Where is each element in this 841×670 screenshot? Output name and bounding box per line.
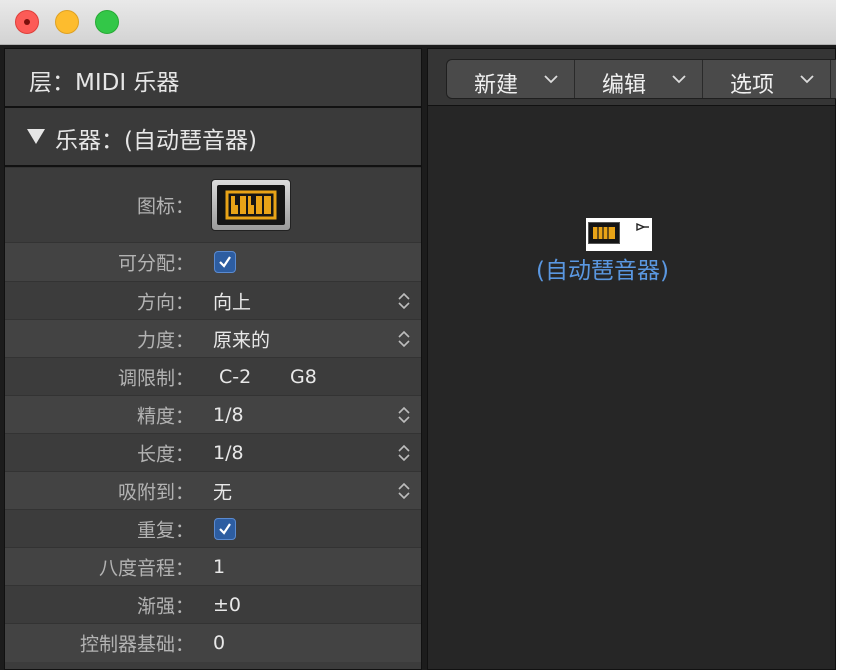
param-row-octave: 八度音程： 1 xyxy=(5,547,421,585)
options-menu-label: 选项 xyxy=(730,73,775,98)
octave-value[interactable]: 1 xyxy=(213,556,225,578)
snap-value[interactable]: 无 xyxy=(213,477,232,504)
resolution-value[interactable]: 1/8 xyxy=(213,404,244,426)
chevron-down-icon xyxy=(544,75,558,84)
parameter-list: 图标： 可分配： 方向： 向上 力度： 原来的 调限制： C-2 G8 精度： … xyxy=(5,167,421,662)
param-row-resolution[interactable]: 精度： 1/8 xyxy=(5,395,421,433)
editor-toolbar: 新建 编辑 选项 xyxy=(428,49,836,106)
title-bar xyxy=(0,0,836,45)
edit-menu-label: 编辑 xyxy=(602,73,647,98)
velocity-value[interactable]: 原来的 xyxy=(213,325,270,352)
arpeggiator-mini-icon xyxy=(588,222,620,244)
direction-value[interactable]: 向上 xyxy=(213,287,251,314)
icon-label: 图标： xyxy=(136,195,194,218)
repeat-label: 重复： xyxy=(136,519,194,541)
param-row-repeat: 重复： xyxy=(5,509,421,547)
crescendo-label: 渐强： xyxy=(136,595,194,617)
new-menu-button[interactable]: 新建 xyxy=(447,60,574,98)
new-menu-label: 新建 xyxy=(474,73,519,98)
layer-header-text: 层：MIDI 乐器 xyxy=(29,70,180,96)
arpeggiator-object[interactable] xyxy=(586,218,652,251)
arpeggiator-icon xyxy=(217,185,285,225)
close-icon xyxy=(24,19,30,25)
length-label: 长度： xyxy=(136,443,194,465)
key-limit-label: 调限制： xyxy=(117,367,194,389)
zoom-button[interactable] xyxy=(95,10,119,34)
stepper-icon[interactable] xyxy=(397,442,411,464)
param-row-crescendo: 渐强： ±0 xyxy=(5,585,421,623)
repeat-checkbox[interactable] xyxy=(214,517,236,540)
param-row-length[interactable]: 长度： 1/8 xyxy=(5,433,421,471)
instrument-section-title: 乐器：(自动琶音器) xyxy=(55,128,257,154)
environment-canvas[interactable]: (自动琶音器) xyxy=(428,106,835,669)
close-button[interactable] xyxy=(15,10,39,34)
stepper-icon[interactable] xyxy=(397,404,411,426)
menu-button-group: 新建 编辑 选项 xyxy=(446,59,836,99)
key-limit-low-value[interactable]: C-2 xyxy=(219,366,251,388)
param-row-velocity[interactable]: 力度： 原来的 xyxy=(5,319,421,357)
assignable-checkbox[interactable] xyxy=(214,251,236,273)
param-row-snap[interactable]: 吸附到： 无 xyxy=(5,471,421,509)
stepper-icon[interactable] xyxy=(397,290,411,312)
layer-header: 层：MIDI 乐器 xyxy=(5,49,421,108)
minimize-button[interactable] xyxy=(55,10,79,34)
param-row-assignable: 可分配： xyxy=(5,242,421,281)
environment-editor: 新建 编辑 选项 (自动琶音器) xyxy=(427,48,836,670)
edit-menu-button[interactable]: 编辑 xyxy=(575,60,702,98)
octave-label: 八度音程： xyxy=(98,557,194,579)
param-row-controller-base: 控制器基础： 0 xyxy=(5,623,421,662)
param-row-key-limit: 调限制： C-2 G8 xyxy=(5,357,421,395)
toolbar-separator xyxy=(830,60,831,98)
arpeggiator-object-label[interactable]: (自动琶音器) xyxy=(536,251,669,285)
direction-label: 方向： xyxy=(136,291,194,313)
stepper-icon[interactable] xyxy=(397,328,411,350)
crescendo-value[interactable]: ±0 xyxy=(213,594,241,616)
key-limit-high-value[interactable]: G8 xyxy=(290,366,317,388)
assignable-label: 可分配： xyxy=(117,252,194,275)
disclosure-triangle-icon[interactable] xyxy=(27,129,45,144)
options-menu-button[interactable]: 选项 xyxy=(703,60,830,98)
param-row-direction[interactable]: 方向： 向上 xyxy=(5,281,421,319)
param-row-icon: 图标： xyxy=(5,167,421,242)
chevron-down-icon xyxy=(672,75,686,84)
velocity-label: 力度： xyxy=(136,329,194,351)
chevron-down-icon xyxy=(800,75,814,84)
inspector-panel: 层：MIDI 乐器 乐器：(自动琶音器) 图标： 可分配： 方向： 向上 力度：… xyxy=(4,48,422,670)
instrument-icon-button[interactable] xyxy=(211,179,291,231)
window: 层：MIDI 乐器 乐器：(自动琶音器) 图标： 可分配： 方向： 向上 力度：… xyxy=(0,0,836,670)
controller-base-label: 控制器基础： xyxy=(79,633,194,656)
snap-label: 吸附到： xyxy=(117,481,194,503)
instrument-section-header[interactable]: 乐器：(自动琶音器) xyxy=(5,108,421,167)
stepper-icon[interactable] xyxy=(397,480,411,502)
controller-base-value[interactable]: 0 xyxy=(213,632,225,654)
length-value[interactable]: 1/8 xyxy=(213,442,244,464)
output-port-icon[interactable] xyxy=(634,220,650,238)
resolution-label: 精度： xyxy=(136,405,194,427)
